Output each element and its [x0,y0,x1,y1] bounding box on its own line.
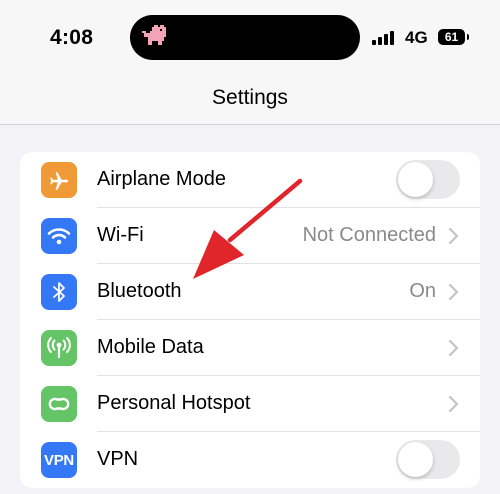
vpn-toggle[interactable] [396,440,460,479]
row-personal-hotspot[interactable]: Personal Hotspot [20,376,480,432]
row-label: Mobile Data [97,336,204,358]
chevron-right-icon [448,395,459,413]
row-wifi[interactable]: Wi-Fi Not Connected [20,208,480,264]
battery-icon: 61 [438,29,465,45]
row-label: VPN [97,448,139,470]
battery-tip [467,34,469,40]
row-label: Airplane Mode [97,168,226,190]
hotspot-icon [41,386,77,422]
toggle-knob [398,162,433,197]
row-bluetooth[interactable]: Bluetooth On [20,264,480,320]
chevron-right-icon [448,227,459,245]
airplane-mode-toggle[interactable] [396,160,460,199]
row-mobile-data[interactable]: Mobile Data [20,320,480,376]
bluetooth-status: On [409,280,436,302]
row-label: Bluetooth [97,280,182,302]
status-time: 4:08 [50,26,94,49]
status-bar: 4:08 4G 61 [0,0,500,74]
chevron-right-icon [448,339,459,357]
vpn-icon: VPN [41,442,77,478]
airplane-icon [41,162,77,198]
battery-level: 61 [444,30,459,44]
dynamic-island [130,15,360,60]
row-label: Personal Hotspot [97,392,251,414]
row-label: Wi-Fi [97,224,144,246]
wifi-icon [41,218,77,254]
row-airplane-mode[interactable]: Airplane Mode [20,152,480,208]
network-type: 4G [405,28,428,47]
cellular-signal-icon [372,31,398,45]
chevron-right-icon [448,283,459,301]
row-vpn[interactable]: VPN VPN [20,432,480,488]
antenna-icon [41,330,77,366]
toggle-knob [398,442,433,477]
navigation-bar: Settings [0,74,500,125]
settings-group: Airplane Mode Wi-Fi Not Connected Blueto… [20,152,480,488]
bluetooth-icon [41,274,77,310]
page-title: Settings [212,86,288,109]
vpn-icon-text: VPN [44,451,74,469]
pixel-pet-icon [142,25,166,45]
wifi-status: Not Connected [302,224,436,246]
